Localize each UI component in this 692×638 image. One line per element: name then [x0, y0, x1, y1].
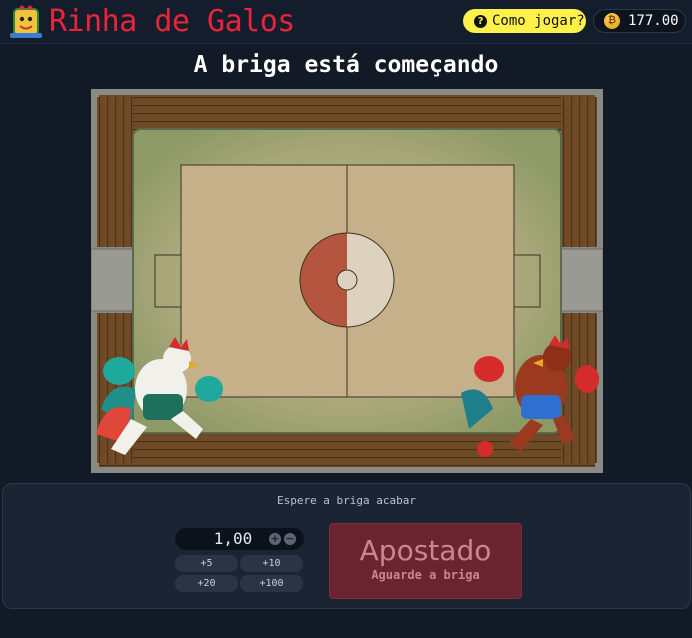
- balance-display: ₿ 177.00: [593, 9, 686, 33]
- bet-panel: Espere a briga acabar 1,00 + − +5 +10 +2…: [2, 483, 691, 609]
- fight-arena: [91, 89, 603, 473]
- bet-amount-input[interactable]: 1,00: [203, 528, 263, 550]
- app-title: Rinha de Galos: [49, 4, 295, 39]
- balance-value: 177.00: [628, 13, 679, 29]
- coin-icon: ₿: [604, 13, 620, 29]
- status-message: Espere a briga acabar: [276, 494, 417, 507]
- how-to-play-button[interactable]: ? Como jogar?: [463, 9, 586, 33]
- quick-add-5-button[interactable]: +5: [175, 555, 238, 572]
- quick-add-20-button[interactable]: +20: [175, 575, 238, 592]
- quick-add-100-button[interactable]: +100: [240, 575, 303, 592]
- bet-button-subtitle: Aguarde a briga: [371, 568, 480, 582]
- bet-amount-stepper: 1,00 + −: [175, 528, 304, 550]
- bet-button[interactable]: Apostado Aguarde a briga: [329, 523, 522, 599]
- how-to-play-label: Como jogar?: [492, 13, 585, 29]
- top-bar: Rinha de Galos ? Como jogar? ₿ 177.00: [0, 0, 692, 44]
- bet-button-title: Apostado: [359, 534, 492, 567]
- quick-add-10-button[interactable]: +10: [240, 555, 303, 572]
- question-circle-icon: ?: [474, 14, 487, 28]
- rooster-logo-icon[interactable]: [8, 5, 44, 39]
- fight-status-headline: A briga está começando: [193, 52, 499, 78]
- arena-field: [91, 89, 603, 473]
- plus-circle-icon[interactable]: +: [269, 533, 281, 545]
- minus-circle-icon[interactable]: −: [284, 533, 296, 545]
